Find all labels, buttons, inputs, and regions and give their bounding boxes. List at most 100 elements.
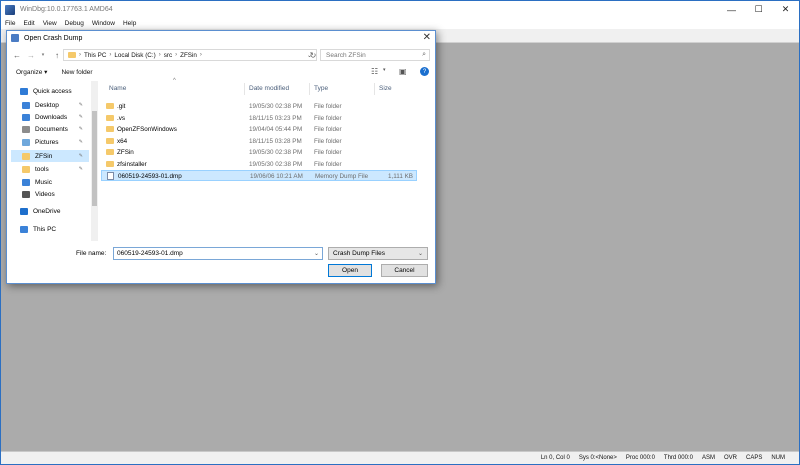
nav-item-label: ZFSin — [35, 152, 53, 160]
nav-item-zfsin[interactable]: ZFSin ✎ — [11, 150, 89, 162]
file-name: OpenZFSonWindows — [117, 126, 177, 133]
breadcrumb-src[interactable]: src — [164, 52, 172, 59]
nav-item-label: This PC — [33, 225, 57, 233]
file-row[interactable]: x64 18/11/15 03:28 PM File folder — [101, 136, 417, 147]
nav-item-quick-access[interactable]: Quick access — [11, 85, 89, 97]
chevron-right-icon: › — [79, 52, 81, 58]
minimize-button[interactable]: — — [718, 1, 745, 18]
sort-up-icon: ^ — [173, 78, 176, 84]
dialog-title: Open Crash Dump — [24, 34, 83, 42]
file-type: Memory Dump File — [315, 173, 369, 180]
breadcrumb-zfsin[interactable]: ZFSin — [180, 52, 197, 59]
downloads-icon — [22, 113, 30, 121]
star-icon — [20, 87, 28, 95]
column-divider[interactable] — [309, 83, 310, 95]
open-button[interactable]: Open — [328, 264, 372, 277]
command-bar: Organize ▾ New folder ☷ ▾ ▣ ? — [7, 65, 435, 79]
nav-item-music[interactable]: Music — [11, 176, 89, 188]
pin-icon: ✎ — [78, 126, 83, 132]
column-divider[interactable] — [244, 83, 245, 95]
search-input[interactable] — [326, 51, 416, 59]
window-title: WinDbg:10.0.17763.1 AMD64 — [20, 6, 113, 13]
nav-scrollbar[interactable] — [91, 81, 98, 241]
file-type: File folder — [314, 114, 342, 122]
folder-icon — [106, 103, 114, 109]
status-proc: Proc 000:0 — [625, 455, 655, 461]
pc-icon — [20, 225, 28, 233]
file-name: .vs — [117, 114, 126, 122]
nav-item-downloads[interactable]: Downloads ✎ — [11, 111, 89, 123]
nav-item-desktop[interactable]: Desktop ✎ — [11, 99, 89, 111]
cancel-button[interactable]: Cancel — [381, 264, 428, 277]
menu-edit[interactable]: Edit — [23, 20, 34, 27]
status-bar: Ln 0, Col 0 Sys 0:<None> Proc 000:0 Thrd… — [1, 451, 799, 464]
chevron-down-icon[interactable]: ▾ — [383, 67, 386, 73]
preview-pane-icon[interactable]: ▣ — [399, 67, 407, 76]
chevron-right-icon: › — [158, 52, 161, 58]
help-icon[interactable]: ? — [420, 67, 429, 76]
refresh-icon[interactable]: ↻ — [307, 49, 319, 61]
column-header-name[interactable]: Name — [109, 85, 126, 95]
folder-icon — [106, 114, 114, 121]
forward-arrow-icon[interactable]: → — [25, 49, 37, 61]
file-row[interactable]: OpenZFSonWindows 19/04/04 05:44 PM File fo… — [101, 124, 417, 135]
file-row[interactable]: .git 19/05/30 02:38 PM File folder — [101, 101, 417, 112]
column-divider[interactable] — [374, 83, 375, 95]
menu-view[interactable]: View — [43, 20, 57, 27]
breadcrumb-local-disk[interactable]: Local Disk (C:) — [114, 52, 155, 59]
file-type: File folder — [314, 160, 342, 168]
file-name-value[interactable]: 060519-24593-01.dmp — [117, 250, 183, 257]
nav-item-label: Videos — [35, 190, 55, 198]
search-box[interactable]: ⌕ — [320, 49, 430, 61]
videos-icon — [22, 190, 30, 198]
column-header-date[interactable]: Date modified — [249, 85, 289, 95]
nav-item-onedrive[interactable]: OneDrive — [11, 205, 89, 217]
status-caps: CAPS — [745, 455, 763, 461]
pictures-icon — [22, 138, 30, 146]
status-thrd: Thrd 000:0 — [663, 455, 693, 461]
new-folder-button[interactable]: New folder — [61, 69, 92, 76]
file-name: 060519-24593-01.dmp — [118, 173, 182, 180]
status-num: NUM — [771, 455, 785, 461]
close-button[interactable]: ✕ — [772, 1, 799, 18]
file-row[interactable]: .vs 18/11/15 03:23 PM File folder — [101, 113, 417, 124]
menu-window[interactable]: Window — [92, 20, 115, 27]
column-header-size[interactable]: Size — [379, 85, 392, 95]
nav-item-label: Music — [35, 178, 52, 186]
nav-item-this-pc[interactable]: This PC — [11, 223, 89, 235]
folder-icon — [106, 137, 114, 144]
maximize-button[interactable]: ☐ — [745, 1, 772, 18]
dump-file-icon — [107, 172, 114, 180]
file-date: 19/05/30 02:38 PM — [249, 160, 303, 168]
chevron-down-icon[interactable]: ⌄ — [418, 250, 423, 257]
folder-icon — [106, 149, 114, 155]
dialog-close-button[interactable]: ✕ — [423, 32, 431, 43]
address-bar[interactable]: › This PC › Local Disk (C:) › src › ZFSi… — [63, 49, 317, 61]
menu-help[interactable]: Help — [123, 20, 136, 27]
chevron-down-icon[interactable]: ⌄ — [314, 250, 319, 257]
file-row[interactable]: ZFSin 19/05/30 02:38 PM File folder — [101, 147, 417, 158]
nav-item-tools[interactable]: tools ✎ — [11, 163, 89, 175]
menu-file[interactable]: File — [5, 20, 15, 27]
back-arrow-icon[interactable]: ← — [11, 49, 23, 61]
file-name: .git — [117, 103, 126, 110]
open-crash-dump-dialog: Open Crash Dump ✕ ← → ▾ ↑ › This PC › Lo… — [6, 30, 436, 284]
nav-item-videos[interactable]: Videos — [11, 188, 89, 200]
recent-dropdown-icon[interactable]: ▾ — [37, 49, 49, 61]
file-row[interactable]: 060519-24593-01.dmp 19/06/06 10:21 AM Memo… — [101, 170, 417, 181]
file-type-value[interactable]: Crash Dump Files — [333, 250, 385, 257]
breadcrumb-this-pc[interactable]: This PC — [84, 52, 106, 59]
organize-button[interactable]: Organize ▾ — [16, 68, 47, 76]
file-row[interactable]: zfsinstaller 19/05/30 02:38 PM File folder — [101, 159, 417, 170]
file-type: File folder — [314, 103, 342, 110]
nav-item-documents[interactable]: Documents ✎ — [11, 123, 89, 135]
column-header-type[interactable]: Type — [314, 85, 328, 95]
view-options-icon[interactable]: ☷ — [371, 67, 378, 76]
scrollbar-thumb[interactable] — [92, 111, 97, 206]
file-type-select[interactable]: Crash Dump Files ⌄ — [328, 247, 428, 260]
nav-item-label: Quick access — [33, 87, 72, 95]
menu-debug[interactable]: Debug — [65, 20, 84, 27]
up-arrow-icon[interactable]: ↑ — [51, 49, 63, 61]
nav-item-pictures[interactable]: Pictures ✎ — [11, 136, 89, 148]
file-name-field[interactable]: 060519-24593-01.dmp ⌄ — [113, 247, 323, 260]
